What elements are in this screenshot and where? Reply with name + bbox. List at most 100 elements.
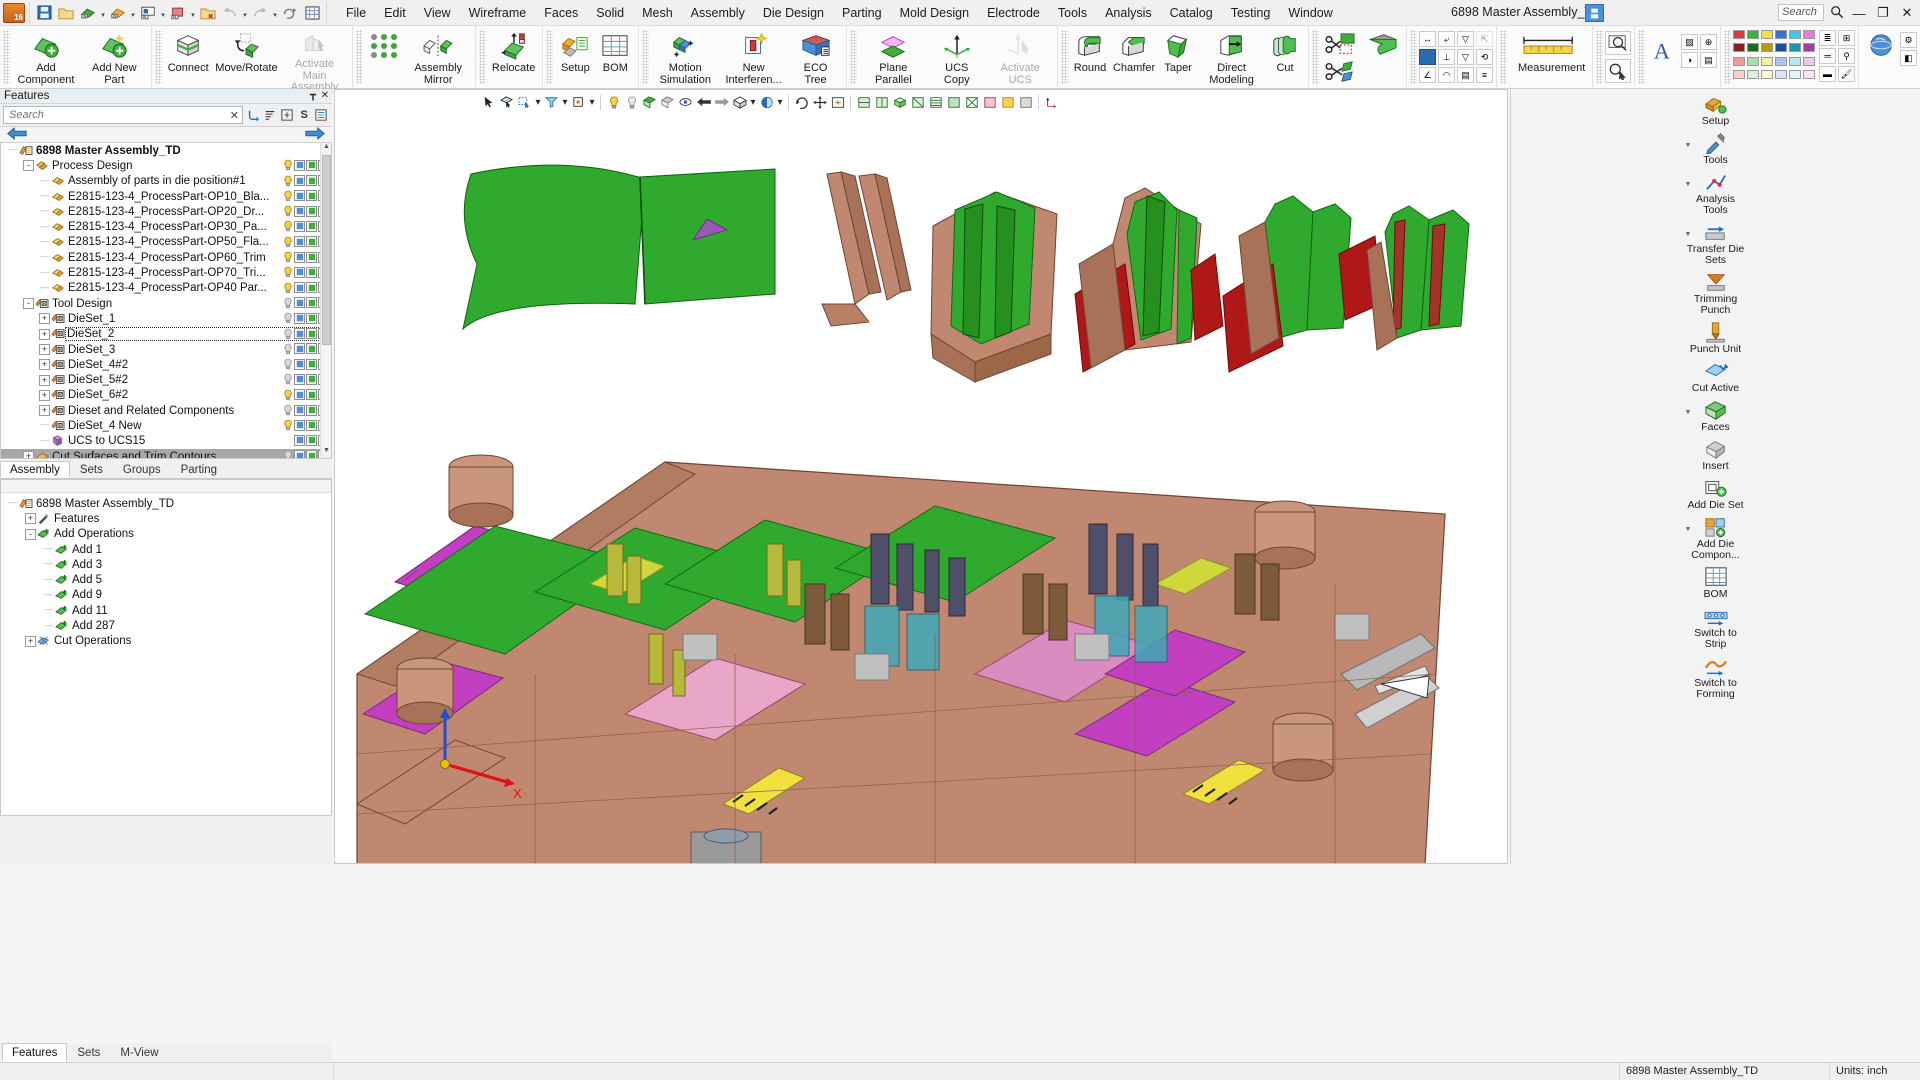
sidebar-item-switch-to-forming[interactable]: Switch to Forming: [1685, 651, 1747, 701]
menu-mold-design[interactable]: Mold Design: [891, 2, 978, 24]
chamfer-button[interactable]: Chamfer: [1110, 28, 1158, 86]
surface-symbol-icon[interactable]: ▽: [1457, 49, 1474, 65]
menu-parting[interactable]: Parting: [833, 2, 891, 24]
visibility-bulb-icon[interactable]: [283, 419, 293, 431]
tab-groups[interactable]: Groups: [113, 461, 171, 478]
visibility-bulb-icon[interactable]: [283, 450, 293, 459]
sidebar-item-tools[interactable]: ▼Tools: [1685, 128, 1747, 167]
line-weight-icon[interactable]: ▬: [1819, 66, 1836, 82]
leader-dimension-icon[interactable]: ⤶: [1438, 31, 1455, 47]
box-view-dropdown-icon[interactable]: ▾: [749, 94, 757, 111]
sidebar-item-setup[interactable]: Setup: [1685, 89, 1747, 128]
operations-tree[interactable]: —6898 Master Assembly_TD+Features-Add Op…: [0, 479, 332, 816]
scroll-thumb[interactable]: [322, 155, 331, 345]
open-folder-icon[interactable]: [56, 3, 76, 23]
move-rotate-button[interactable]: Move/Rotate: [212, 28, 280, 86]
tree-expander[interactable]: +: [25, 513, 36, 524]
surface-finish-icon[interactable]: ▽: [1457, 31, 1474, 47]
snap-dropdown-icon[interactable]: ▾: [588, 94, 596, 111]
menu-mesh[interactable]: Mesh: [633, 2, 682, 24]
ucs-copy-button[interactable]: UCS Copy: [927, 28, 986, 86]
sidebar-item-add-die-set[interactable]: Add Die Set: [1685, 473, 1747, 512]
import-red-dropdown-icon[interactable]: ▾: [189, 3, 197, 23]
assembly-mirror-button[interactable]: Assembly Mirror: [404, 28, 471, 86]
chevron-down-icon[interactable]: ▼: [1685, 142, 1692, 149]
row-display-icon[interactable]: [306, 343, 317, 354]
tree-expander[interactable]: +: [39, 359, 50, 370]
visibility-bulb-icon[interactable]: [283, 205, 293, 217]
tree-expander[interactable]: -: [23, 160, 34, 171]
line-style-icon[interactable]: ═: [1819, 48, 1836, 64]
auto-dimension-icon[interactable]: ⇱: [1476, 31, 1493, 47]
close-button[interactable]: ✕: [1894, 3, 1920, 23]
tab-parting[interactable]: Parting: [171, 461, 227, 478]
visibility-bulb-icon[interactable]: [283, 190, 293, 202]
scroll-up-icon[interactable]: ▲: [321, 143, 332, 154]
row-display-icon[interactable]: [306, 282, 317, 293]
zoom-window-icon[interactable]: [1605, 31, 1631, 55]
row-property-icon[interactable]: [294, 405, 305, 416]
feature-tree-row[interactable]: —E2815-123-4_ProcessPart-OP60_Trim: [1, 250, 331, 265]
chevron-down-icon[interactable]: ▼: [1685, 181, 1692, 188]
feature-tree-row[interactable]: +Cut Surfaces and Trim Contours: [1, 449, 331, 459]
row-display-icon[interactable]: [306, 297, 317, 308]
feature-tree-row[interactable]: —E2815-123-4_ProcessPart-OP30_Pa...: [1, 219, 331, 234]
direct-modeling-button[interactable]: Direct Modeling: [1198, 28, 1265, 86]
paint-icon[interactable]: 🖌: [1838, 66, 1855, 82]
relocate-button[interactable]: Relocate: [488, 28, 539, 86]
view-hidden-icon[interactable]: [981, 94, 998, 111]
row-property-icon[interactable]: [294, 206, 305, 217]
note-icon[interactable]: ▤: [1457, 67, 1474, 83]
rotate-icon[interactable]: [793, 94, 810, 111]
sort-icon[interactable]: [262, 106, 277, 124]
view-shade-icon[interactable]: [945, 94, 962, 111]
pattern-button[interactable]: [364, 28, 404, 86]
row-property-icon[interactable]: [294, 175, 305, 186]
feature-tree-row[interactable]: —Assembly of parts in die position#1: [1, 174, 331, 189]
tab-sets-lower[interactable]: Sets: [67, 1043, 110, 1062]
tree-expander[interactable]: +: [39, 375, 50, 386]
light-bulb-off-icon[interactable]: [623, 94, 640, 111]
chevron-down-icon[interactable]: ▼: [1685, 409, 1692, 416]
row-display-icon[interactable]: [306, 221, 317, 232]
row-display-icon[interactable]: [306, 313, 317, 324]
render-button[interactable]: [1862, 28, 1900, 86]
row-display-icon[interactable]: [306, 160, 317, 171]
motion-simulation-button[interactable]: Motion Simulation: [651, 28, 719, 86]
light-bulb-icon[interactable]: [605, 94, 622, 111]
add-new-part-button[interactable]: Add New Part: [80, 28, 148, 86]
pan-icon[interactable]: [811, 94, 828, 111]
row-display-icon[interactable]: [306, 206, 317, 217]
setup-button[interactable]: Setup: [555, 28, 595, 86]
eco-tree-button[interactable]: ECO Tree: [788, 28, 844, 86]
redo-icon[interactable]: [250, 3, 270, 23]
view-top-icon[interactable]: [873, 94, 890, 111]
maximize-button[interactable]: ❐: [1870, 3, 1896, 23]
menu-tools[interactable]: Tools: [1049, 2, 1096, 24]
operation-tree-row[interactable]: +Features: [1, 511, 331, 526]
color-palette-icon[interactable]: [1733, 28, 1816, 82]
pick-filter-dropdown-icon[interactable]: ▾: [561, 94, 569, 111]
features-tree[interactable]: —6898 Master Assembly_TD-Process Design—…: [0, 143, 332, 459]
menu-file[interactable]: File: [337, 2, 375, 24]
feature-tree-row[interactable]: +DieSet_2: [1, 327, 331, 342]
import-orange-dropdown-icon[interactable]: ▾: [129, 3, 137, 23]
row-display-icon[interactable]: [306, 236, 317, 247]
operation-tree-row[interactable]: —Add 3: [1, 557, 331, 572]
row-property-icon[interactable]: [294, 221, 305, 232]
symbol-icon[interactable]: ⊕: [1700, 34, 1717, 50]
pin-icon[interactable]: ┳: [310, 90, 316, 101]
feature-tree-row[interactable]: -Tool Design: [1, 296, 331, 311]
operation-tree-row[interactable]: —6898 Master Assembly_TD: [1, 496, 331, 511]
round-button[interactable]: Round: [1070, 28, 1110, 86]
activate-main-assembly-button[interactable]: Activate Main Assembly: [280, 28, 348, 86]
tree-expander[interactable]: -: [25, 529, 36, 540]
visibility-bulb-icon[interactable]: [283, 343, 293, 355]
render-settings-icon[interactable]: ⚙: [1900, 32, 1917, 48]
row-property-icon[interactable]: [294, 190, 305, 201]
search-input[interactable]: Search: [1778, 4, 1824, 21]
menu-solid[interactable]: Solid: [587, 2, 633, 24]
bom-button[interactable]: BOM: [595, 28, 635, 86]
scroll-down-icon[interactable]: ▼: [321, 447, 332, 458]
tree-expander[interactable]: +: [23, 451, 34, 459]
